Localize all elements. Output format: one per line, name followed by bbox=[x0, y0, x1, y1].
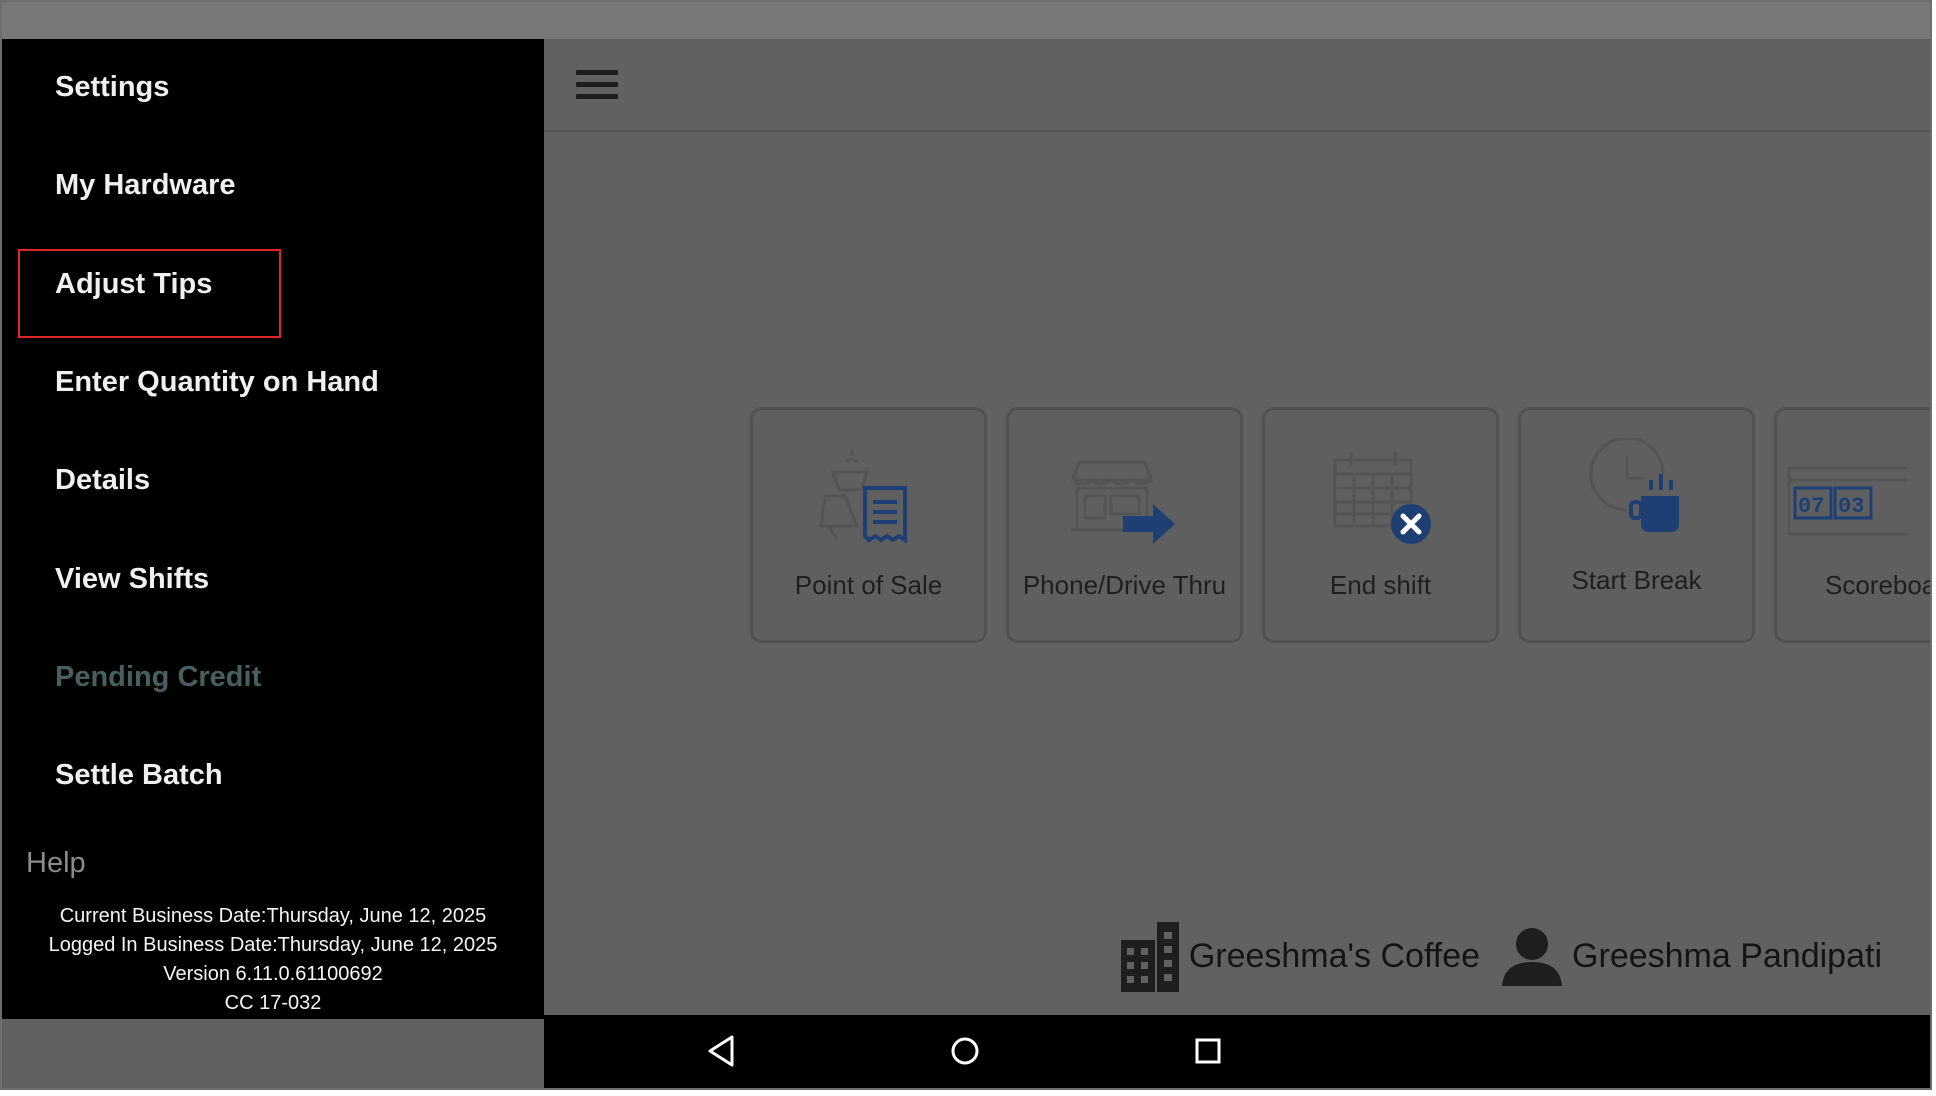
user-name: Greeshma Pandipati bbox=[1572, 936, 1882, 975]
end-shift-icon bbox=[1333, 452, 1431, 544]
navigation-drawer: Settings My Hardware Adjust Tips Enter Q… bbox=[2, 39, 544, 1019]
phone-drive-thru-icon bbox=[1070, 460, 1175, 544]
tile-point-of-sale[interactable]: Point of Sale bbox=[750, 407, 987, 643]
menu-item-enter-quantity-on-hand[interactable]: Enter Quantity on Hand bbox=[55, 366, 379, 399]
app-main-area: Point of Sale Phone/Drive Thru End shift… bbox=[544, 39, 1930, 1015]
scoreboard-icon: 07 03 bbox=[1787, 466, 1907, 536]
home-icon[interactable] bbox=[947, 1033, 983, 1069]
tile-start-break[interactable]: Start Break bbox=[1518, 407, 1755, 643]
store-name: Greeshma's Coffee bbox=[1188, 936, 1481, 975]
tile-row: Point of Sale Phone/Drive Thru End shift… bbox=[750, 407, 1930, 647]
menu-item-details[interactable]: Details bbox=[55, 464, 150, 497]
device-screen: Point of Sale Phone/Drive Thru End shift… bbox=[0, 0, 1932, 1090]
tile-label: Phone/Drive Thru bbox=[1022, 570, 1227, 600]
status-bar bbox=[2, 2, 1930, 39]
footer-info: Greeshma's Coffee Greeshma Pandipati bbox=[1099, 920, 1882, 992]
menu-item-pending-credit: Pending Credit bbox=[55, 661, 262, 693]
app-version: Version 6.11.0.61100692 bbox=[163, 963, 383, 985]
menu-item-adjust-tips[interactable]: Adjust Tips bbox=[55, 268, 212, 301]
tile-label: Point of Sale bbox=[794, 570, 943, 600]
menu-item-my-hardware[interactable]: My Hardware bbox=[55, 169, 236, 202]
store-info: Greeshma's Coffee bbox=[1119, 920, 1480, 992]
current-business-date: Current Business Date:Thursday, June 12,… bbox=[59, 905, 487, 927]
tile-label: Scoreboa bbox=[1825, 570, 1930, 600]
app-info-block: Current Business Date:Thursday, June 12,… bbox=[2, 902, 544, 1018]
start-break-icon bbox=[1589, 438, 1679, 532]
cc-code: CC 17-032 bbox=[224, 992, 322, 1014]
logged-in-business-date: Logged In Business Date:Thursday, June 1… bbox=[48, 934, 498, 956]
tile-label: Start Break bbox=[1571, 565, 1702, 595]
svg-text:07: 07 bbox=[1798, 494, 1824, 519]
app-toolbar bbox=[544, 39, 1930, 132]
menu-item-settings[interactable]: Settings bbox=[55, 71, 169, 104]
svg-text:03: 03 bbox=[1838, 494, 1864, 519]
point-of-sale-icon bbox=[818, 450, 907, 544]
tile-phone-drive-thru[interactable]: Phone/Drive Thru bbox=[1006, 407, 1243, 643]
building-icon bbox=[1120, 922, 1179, 992]
help-link[interactable]: Help bbox=[26, 847, 86, 880]
tile-end-shift[interactable]: End shift bbox=[1262, 407, 1499, 643]
android-nav-bar bbox=[544, 1015, 1930, 1088]
recents-icon[interactable] bbox=[1190, 1033, 1226, 1069]
user-info: Greeshma Pandipati bbox=[1500, 926, 1882, 986]
back-icon[interactable] bbox=[704, 1033, 740, 1069]
hamburger-menu-icon[interactable] bbox=[576, 70, 618, 100]
menu-item-settle-batch[interactable]: Settle Batch bbox=[55, 759, 223, 792]
tile-label: End shift bbox=[1329, 570, 1432, 600]
user-icon bbox=[1502, 928, 1563, 986]
menu-item-view-shifts[interactable]: View Shifts bbox=[55, 563, 209, 596]
tile-scoreboard[interactable]: 07 03 Scoreboa bbox=[1774, 407, 1930, 643]
